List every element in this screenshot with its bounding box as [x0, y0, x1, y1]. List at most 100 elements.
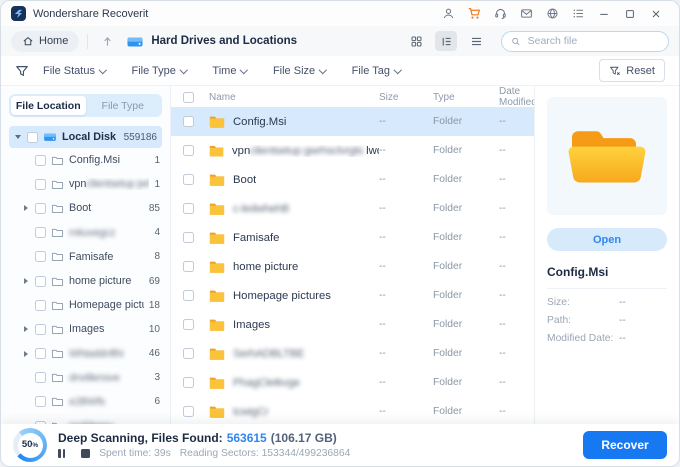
checkbox[interactable]: [35, 300, 46, 311]
caret-right-icon[interactable]: [24, 205, 28, 211]
checkbox[interactable]: [35, 348, 46, 359]
folder-icon: [209, 115, 225, 128]
redacted-text: SerhADBLTBE: [233, 348, 304, 360]
tree-item[interactable]: Whtaddnfthi46: [9, 342, 162, 366]
grid-view-icon[interactable]: [405, 31, 427, 51]
feedback-mail-icon[interactable]: [513, 3, 539, 25]
table-row[interactable]: Config.Msi --Folder--: [171, 107, 534, 136]
checkbox[interactable]: [183, 203, 194, 214]
table-row[interactable]: SerhADBLTBE --Folder--: [171, 339, 534, 368]
caret-down-icon[interactable]: [15, 135, 21, 139]
filter-file-size[interactable]: File Size: [273, 65, 326, 77]
tree-item[interactable]: e2BWfs6: [9, 390, 162, 414]
close-button[interactable]: [643, 3, 669, 25]
open-button[interactable]: Open: [547, 228, 667, 251]
tree-item[interactable]: Homepage pictures18: [9, 293, 162, 317]
search-input[interactable]: [526, 34, 659, 48]
filter-file-type[interactable]: File Type: [131, 65, 186, 77]
redacted-text: Whtaddnfthi: [69, 348, 144, 360]
spent-time: Spent time: 39s: [99, 448, 171, 459]
checkbox[interactable]: [183, 145, 194, 156]
checkbox[interactable]: [183, 116, 194, 127]
col-name[interactable]: Name: [209, 92, 379, 103]
table-row[interactable]: PhagCletkvge --Folder--: [171, 368, 534, 397]
tree-item[interactable]: noddeesv: [9, 414, 162, 424]
home-button[interactable]: Home: [11, 31, 79, 52]
col-date-modified[interactable]: Date Modified: [499, 86, 534, 108]
table-row[interactable]: Images --Folder--: [171, 310, 534, 339]
files-found-count: 563615: [227, 431, 267, 445]
checkbox[interactable]: [35, 227, 46, 238]
col-type[interactable]: Type: [433, 92, 499, 103]
tree-item[interactable]: Config.Msi1: [9, 148, 162, 172]
filter-reset-icon: [609, 65, 621, 77]
filter-time[interactable]: Time: [212, 65, 247, 77]
detail-view-icon[interactable]: [435, 31, 457, 51]
checkbox[interactable]: [35, 396, 46, 407]
chevron-down-icon: [319, 66, 327, 74]
up-level-button[interactable]: [96, 31, 118, 52]
filter-file-tag[interactable]: File Tag: [352, 65, 401, 77]
table-row[interactable]: home picture --Folder--: [171, 252, 534, 281]
checkbox[interactable]: [183, 232, 194, 243]
pause-button[interactable]: [58, 449, 65, 458]
checkbox[interactable]: [183, 348, 194, 359]
list-view-icon[interactable]: [465, 31, 487, 51]
tab-file-type[interactable]: File Type: [86, 96, 161, 115]
folder-icon: [209, 260, 225, 273]
table-header: Name Size Type Date Modified: [171, 86, 534, 107]
checkbox[interactable]: [183, 261, 194, 272]
checkbox[interactable]: [183, 377, 194, 388]
checkbox[interactable]: [183, 406, 194, 417]
maximize-button[interactable]: [617, 3, 643, 25]
tree-item[interactable]: Boot85: [9, 196, 162, 220]
tree-root-local-disk[interactable]: Local Disk (C:) 559186: [9, 126, 162, 148]
recover-button[interactable]: Recover: [583, 431, 667, 459]
checkbox[interactable]: [183, 319, 194, 330]
folder-icon: [51, 276, 64, 287]
tree-item[interactable]: Images10: [9, 317, 162, 341]
account-icon[interactable]: [435, 3, 461, 25]
table-row[interactable]: Homepage pictures --Folder--: [171, 281, 534, 310]
caret-right-icon[interactable]: [24, 351, 28, 357]
tree-item[interactable]: mkuvegcz4: [9, 221, 162, 245]
home-label: Home: [39, 35, 68, 47]
checkbox[interactable]: [35, 251, 46, 262]
language-globe-icon[interactable]: [539, 3, 565, 25]
table-row[interactable]: c-ledwhehB --Folder--: [171, 194, 534, 223]
checkbox[interactable]: [35, 372, 46, 383]
redacted-text: clientsetup jwl: [86, 178, 149, 190]
checkbox[interactable]: [27, 132, 38, 143]
select-all-checkbox[interactable]: [183, 92, 194, 103]
checkbox[interactable]: [183, 174, 194, 185]
col-size[interactable]: Size: [379, 92, 433, 103]
folder-icon: [51, 300, 64, 311]
table-row[interactable]: tcwigCr --Folder--: [171, 397, 534, 424]
checkbox[interactable]: [35, 203, 46, 214]
table-row[interactable]: Boot --Folder--: [171, 165, 534, 194]
tree-item[interactable]: Famisafe8: [9, 245, 162, 269]
checkbox[interactable]: [35, 179, 46, 190]
tab-file-location[interactable]: File Location: [11, 96, 86, 115]
table-row[interactable]: vpnclientsetup gwrhsclvrgts lwos --Folde…: [171, 136, 534, 165]
tree-item[interactable]: dnvtilensve3: [9, 366, 162, 390]
minimize-button[interactable]: [591, 3, 617, 25]
menu-list-icon[interactable]: [565, 3, 591, 25]
checkbox[interactable]: [35, 155, 46, 166]
tree-item[interactable]: home picture69: [9, 269, 162, 293]
checkbox[interactable]: [183, 290, 194, 301]
folder-icon: [51, 179, 64, 190]
cart-icon[interactable]: [461, 3, 487, 25]
tree-item[interactable]: vpnclientsetup jwl1: [9, 172, 162, 196]
checkbox[interactable]: [35, 324, 46, 335]
caret-right-icon[interactable]: [24, 326, 28, 332]
support-headset-icon[interactable]: [487, 3, 513, 25]
checkbox[interactable]: [35, 276, 46, 287]
reset-filters-button[interactable]: Reset: [599, 59, 665, 82]
caret-right-icon[interactable]: [24, 278, 28, 284]
table-row[interactable]: Famisafe --Folder--: [171, 223, 534, 252]
filter-file-status[interactable]: File Status: [43, 65, 105, 77]
folder-icon: [209, 289, 225, 302]
stop-button[interactable]: [81, 449, 90, 458]
search-box[interactable]: [501, 31, 669, 52]
